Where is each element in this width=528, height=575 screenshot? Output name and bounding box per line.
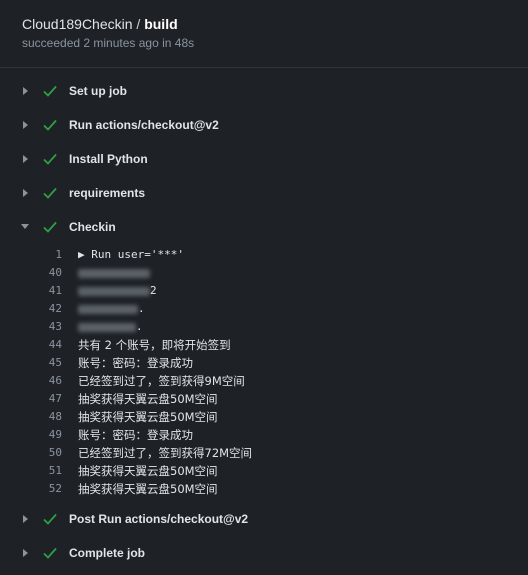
steps-list: Set up job Run actions/checkout@v2 Install… [0,68,528,570]
log-text[interactable]: 账号：密码：登录成功 [78,426,193,444]
line-number[interactable]: 42 [30,300,62,318]
check-icon [43,547,57,559]
caret-right-icon [23,87,28,95]
caret-right-icon [23,549,28,557]
log-text[interactable]: 抽奖获得天翼云盘50M空间 [78,390,218,408]
run-command[interactable]: ▶ Run user='***' [78,246,184,264]
line-number[interactable]: 49 [30,426,62,444]
redacted-text [78,287,150,296]
step-item[interactable]: Post Run actions/checkout@v2 [0,502,528,536]
line-number[interactable]: 41 [30,282,62,300]
log-line[interactable]: 50 已经签到过了，签到获得72M空间 [0,444,528,462]
log-line[interactable]: 51 抽奖获得天翼云盘50M空间 [0,462,528,480]
line-number[interactable]: 46 [30,372,62,390]
log-text[interactable]: 抽奖获得天翼云盘50M空间 [78,480,218,498]
line-number[interactable]: 51 [30,462,62,480]
redacted-text [78,269,150,278]
check-icon [43,119,57,131]
line-number[interactable]: 50 [30,444,62,462]
step-label: Checkin [69,220,116,234]
step-item[interactable]: Set up job [0,74,528,108]
log-line-redacted[interactable]: 40 [0,264,528,282]
step-label: Run actions/checkout@v2 [69,118,219,132]
caret-right-icon [23,155,28,163]
step-label: Set up job [69,84,127,98]
line-number[interactable]: 43 [30,318,62,336]
log-text[interactable]: 抽奖获得天翼云盘50M空间 [78,408,218,426]
line-number[interactable]: 45 [30,354,62,372]
run-header: Cloud189Checkin / build succeeded 2 minu… [0,0,528,68]
redacted-tail: . [136,320,143,333]
log-line[interactable]: 48 抽奖获得天翼云盘50M空间 [0,408,528,426]
step-label: requirements [69,186,146,200]
log-line[interactable]: 1 ▶ Run user='***' [0,246,528,264]
line-number[interactable]: 47 [30,390,62,408]
check-icon [43,85,57,97]
log-line-redacted[interactable]: 42. [0,300,528,318]
workflow-name: build [144,16,178,32]
step-checkin[interactable]: Checkin [0,210,528,244]
line-number[interactable]: 44 [30,336,62,354]
redacted-tail: . [138,302,145,315]
step-item[interactable]: requirements [0,176,528,210]
log-text[interactable]: 已经签到过了，签到获得72M空间 [78,444,252,462]
line-number[interactable]: 48 [30,408,62,426]
redacted-text [78,323,136,332]
caret-right-icon [23,189,28,197]
title-separator: / [136,16,141,32]
log-line[interactable]: 46 已经签到过了，签到获得9M空间 [0,372,528,390]
check-icon [43,513,57,525]
redacted-text [78,305,138,314]
caret-right-icon [23,515,28,523]
log-text[interactable]: 共有 2 个账号，即将开始签到 [78,336,231,354]
line-number[interactable]: 1 [30,246,62,264]
log-line-redacted[interactable]: 43. [0,318,528,336]
step-item[interactable]: Run actions/checkout@v2 [0,108,528,142]
check-icon [43,187,57,199]
log-line[interactable]: 44 共有 2 个账号，即将开始签到 [0,336,528,354]
repo-name[interactable]: Cloud189Checkin [22,16,133,32]
log-line[interactable]: 52 抽奖获得天翼云盘50M空间 [0,480,528,498]
log-text[interactable]: 抽奖获得天翼云盘50M空间 [78,462,218,480]
log-text[interactable]: 已经签到过了，签到获得9M空间 [78,372,245,390]
step-label: Install Python [69,152,148,166]
line-number[interactable]: 40 [30,264,62,282]
check-icon [43,221,57,233]
step-log: 1 ▶ Run user='***' 40 41 2 42. 43. 44 共有 2 个账… [0,246,528,498]
log-line[interactable]: 47 抽奖获得天翼云盘50M空间 [0,390,528,408]
step-item[interactable]: Complete job [0,536,528,570]
step-label: Post Run actions/checkout@v2 [69,512,249,526]
log-line[interactable]: 49 账号：密码：登录成功 [0,426,528,444]
log-line-redacted[interactable]: 41 2 [0,282,528,300]
line-number[interactable]: 52 [30,480,62,498]
log-line[interactable]: 45 账号：密码：登录成功 [0,354,528,372]
check-icon [43,153,57,165]
page-title: Cloud189Checkin / build [22,15,506,33]
step-label: Complete job [69,546,146,560]
log-text[interactable]: 账号：密码：登录成功 [78,354,193,372]
run-status: succeeded 2 minutes ago in 48s [22,36,195,50]
redacted-tail: 2 [150,284,157,297]
caret-right-icon [23,121,28,129]
step-item[interactable]: Install Python [0,142,528,176]
caret-down-icon [21,224,29,229]
